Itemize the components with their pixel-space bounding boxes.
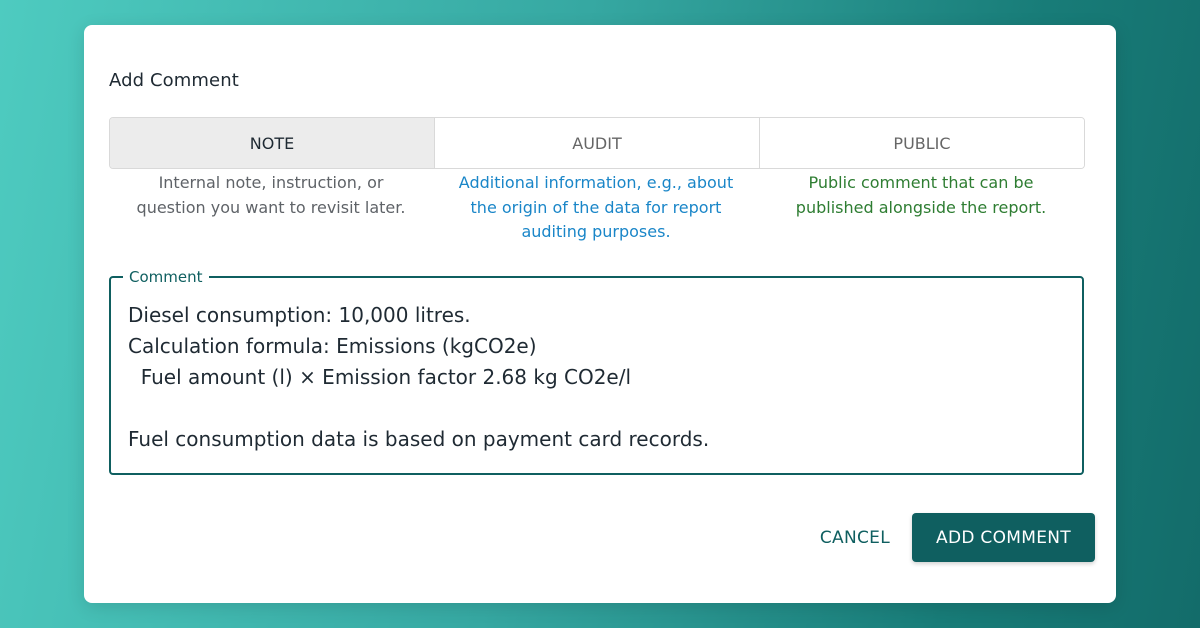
audit-description-line: auditing purposes. [521, 222, 671, 241]
public-description: Public comment that can be published alo… [759, 171, 1083, 220]
comment-type-tabs: NOTE AUDIT PUBLIC [109, 117, 1085, 169]
comment-text[interactable]: Diesel consumption: 10,000 litres. Calcu… [128, 300, 709, 455]
comment-line: Calculation formula: Emissions (kgCO2e) [128, 334, 537, 358]
tab-audit[interactable]: AUDIT [435, 118, 760, 168]
comment-line: Diesel consumption: 10,000 litres. [128, 303, 471, 327]
note-description: Internal note, instruction, or question … [109, 171, 433, 220]
add-comment-button[interactable]: ADD COMMENT [912, 513, 1095, 562]
tab-public[interactable]: PUBLIC [760, 118, 1084, 168]
comment-line: Fuel consumption data is based on paymen… [128, 427, 710, 451]
comment-textarea[interactable]: Comment Diesel consumption: 10,000 litre… [109, 266, 1084, 475]
add-comment-dialog: Add Comment NOTE AUDIT PUBLIC Internal n… [84, 25, 1116, 603]
audit-description-line: the origin of the data for report [470, 197, 722, 217]
dialog-title: Add Comment [109, 70, 239, 91]
cancel-button[interactable]: CANCEL [818, 516, 892, 560]
comment-line [128, 393, 709, 424]
note-description-line: Internal note, instruction, or [158, 173, 384, 192]
comment-field-label: Comment [123, 266, 209, 288]
audit-description-line: Additional information, e.g., about [458, 173, 734, 192]
note-description-line: question you want to revisit later. [136, 197, 406, 217]
dialog-actions: CANCEL ADD COMMENT [818, 513, 1095, 562]
public-description-line: published alongside the report. [795, 197, 1047, 217]
tab-note[interactable]: NOTE [110, 118, 435, 168]
audit-description: Additional information, e.g., about the … [434, 171, 758, 245]
public-description-line: Public comment that can be [808, 173, 1034, 192]
comment-line: Fuel amount (l) × Emission factor 2.68 k… [128, 365, 632, 389]
